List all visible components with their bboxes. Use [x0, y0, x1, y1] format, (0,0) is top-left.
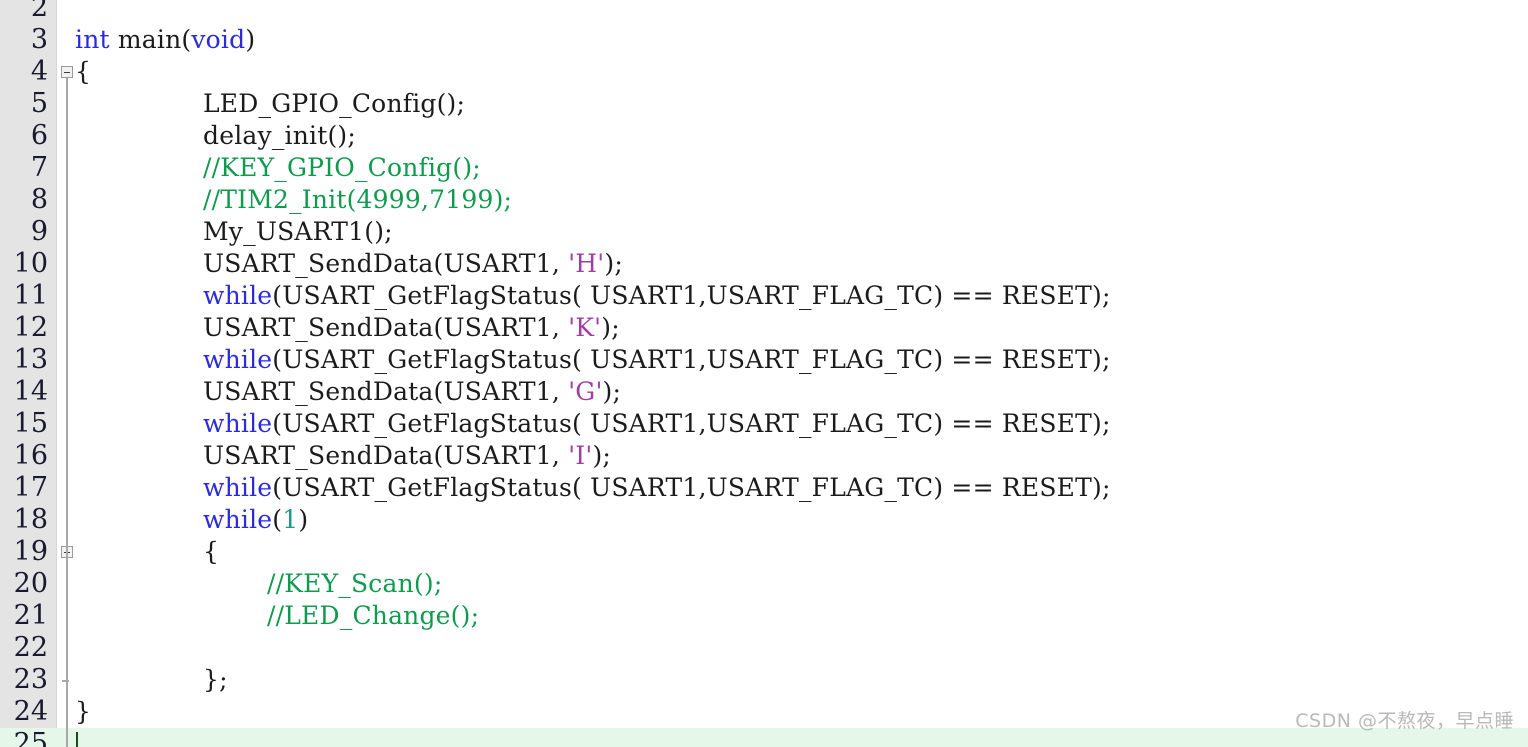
code-line[interactable]: 11 while(USART_GetFlagStatus( USART1,USAR… — [0, 280, 1528, 312]
code-line[interactable]: 5 LED_GPIO_Config(); — [0, 88, 1528, 120]
line-number: 18 — [13, 504, 48, 535]
code-text[interactable]: while(USART_GetFlagStatus( USART1,USART_… — [203, 280, 1111, 312]
code-line[interactable]: 23}; — [0, 664, 1528, 696]
code-text[interactable]: while(USART_GetFlagStatus( USART1,USART_… — [203, 408, 1111, 440]
code-text[interactable]: //TIM2_Init(4999,7199); — [203, 184, 512, 216]
code-text[interactable]: //LED_Change(); — [267, 600, 479, 632]
code-line[interactable]: 22 — [0, 632, 1528, 664]
code-line[interactable]: 12 USART_SendData(USART1, 'K'); — [0, 312, 1528, 344]
code-line[interactable]: 8 //TIM2_Init(4999,7199); — [0, 184, 1528, 216]
code-text[interactable]: USART_SendData(USART1, 'K'); — [203, 312, 620, 344]
code-keyword: while — [203, 473, 273, 502]
code-text[interactable]: { — [203, 536, 219, 568]
code-line[interactable]: 14 USART_SendData(USART1, 'G'); — [0, 376, 1528, 408]
code-line[interactable]: 13 while(USART_GetFlagStatus( USART1,USAR… — [0, 344, 1528, 376]
code-keyword: while — [203, 409, 273, 438]
code-keyword: while — [203, 281, 273, 310]
code-text[interactable]: int main(void) — [75, 24, 255, 56]
line-number: 7 — [30, 152, 48, 183]
csdn-watermark: CSDN @不熬夜，早点睡 — [1295, 710, 1514, 732]
code-line[interactable]: 3 int main(void) — [0, 24, 1528, 56]
line-number: 19 — [13, 536, 48, 567]
fold-end-marker — [62, 680, 69, 682]
code-line[interactable]: 4{ — [0, 56, 1528, 88]
char-literal: 'I' — [568, 441, 593, 470]
char-literal: 'G' — [568, 377, 603, 406]
line-number: 8 — [30, 184, 48, 215]
fold-guide-line — [66, 78, 68, 747]
line-number: 12 — [13, 312, 48, 343]
code-line[interactable]: 21 //LED_Change(); — [0, 600, 1528, 632]
line-number: 11 — [13, 280, 48, 311]
code-text[interactable]: delay_init(); — [203, 120, 356, 152]
code-text[interactable]: while(USART_GetFlagStatus( USART1,USART_… — [203, 344, 1111, 376]
code-text[interactable]: My_USART1(); — [203, 216, 393, 248]
line-number: 14 — [13, 376, 48, 407]
code-line[interactable]: 2 — [0, 0, 1528, 24]
code-comment: //LED_Change(); — [267, 601, 480, 630]
code-comment: //TIM2_Init(4999,7199); — [203, 185, 513, 214]
line-number: 3 — [30, 24, 48, 55]
code-text[interactable]: } — [75, 696, 91, 728]
code-text[interactable]: LED_GPIO_Config(); — [203, 88, 465, 120]
code-text[interactable]: { — [75, 56, 91, 88]
code-number: 1 — [282, 505, 299, 534]
code-text[interactable]: while(USART_GetFlagStatus( USART1,USART_… — [203, 472, 1111, 504]
fold-collapse-icon[interactable] — [61, 66, 73, 78]
line-number: 25 — [13, 728, 48, 747]
code-line[interactable]: 7 //KEY_GPIO_Config(); — [0, 152, 1528, 184]
line-number: 17 — [13, 472, 48, 503]
code-line[interactable]: 9 My_USART1(); — [0, 216, 1528, 248]
code-keyword: while — [203, 345, 273, 374]
line-number: 15 — [13, 408, 48, 439]
code-comment: //KEY_GPIO_Config(); — [203, 153, 481, 182]
code-keyword: void — [191, 25, 246, 54]
code-line[interactable]: 19 { — [0, 536, 1528, 568]
text-caret — [76, 732, 78, 747]
line-number: 2 — [30, 0, 48, 23]
code-line[interactable]: 18 while(1) — [0, 504, 1528, 536]
line-number: 9 — [30, 216, 48, 247]
code-keyword: while — [203, 505, 273, 534]
code-text[interactable]: USART_SendData(USART1, 'I'); — [203, 440, 611, 472]
code-line[interactable]: 15 while(USART_GetFlagStatus( USART1,USAR… — [0, 408, 1528, 440]
line-number: 24 — [13, 696, 48, 727]
char-literal: 'H' — [568, 249, 605, 278]
line-number: 13 — [13, 344, 48, 375]
code-editor[interactable]: 2 3 int main(void) 4{5 LED_GPIO_Config(); 6 de… — [0, 0, 1528, 747]
code-text[interactable]: while(1) — [203, 504, 308, 536]
code-text[interactable]: //KEY_Scan(); — [267, 568, 442, 600]
code-line[interactable]: 16 USART_SendData(USART1, 'I'); — [0, 440, 1528, 472]
line-number: 23 — [13, 664, 48, 695]
line-number: 22 — [13, 632, 48, 663]
code-line[interactable]: 6 delay_init(); — [0, 120, 1528, 152]
line-number: 10 — [13, 248, 48, 279]
line-number: 6 — [30, 120, 48, 151]
code-text[interactable]: USART_SendData(USART1, 'G'); — [203, 376, 621, 408]
line-number: 4 — [30, 56, 48, 87]
code-line[interactable]: 20 //KEY_Scan(); — [0, 568, 1528, 600]
code-comment: //KEY_Scan(); — [267, 569, 443, 598]
line-number: 5 — [30, 88, 48, 119]
code-text[interactable]: }; — [203, 664, 228, 696]
code-line[interactable]: 17 while(USART_GetFlagStatus( USART1,USAR… — [0, 472, 1528, 504]
line-number: 16 — [13, 440, 48, 471]
code-keyword: int — [75, 25, 110, 54]
code-line[interactable]: 10 USART_SendData(USART1, 'H'); — [0, 248, 1528, 280]
line-number: 20 — [13, 568, 48, 599]
line-number: 21 — [13, 600, 48, 631]
code-text[interactable]: //KEY_GPIO_Config(); — [203, 152, 481, 184]
char-literal: 'K' — [568, 313, 602, 342]
code-text[interactable]: USART_SendData(USART1, 'H'); — [203, 248, 623, 280]
